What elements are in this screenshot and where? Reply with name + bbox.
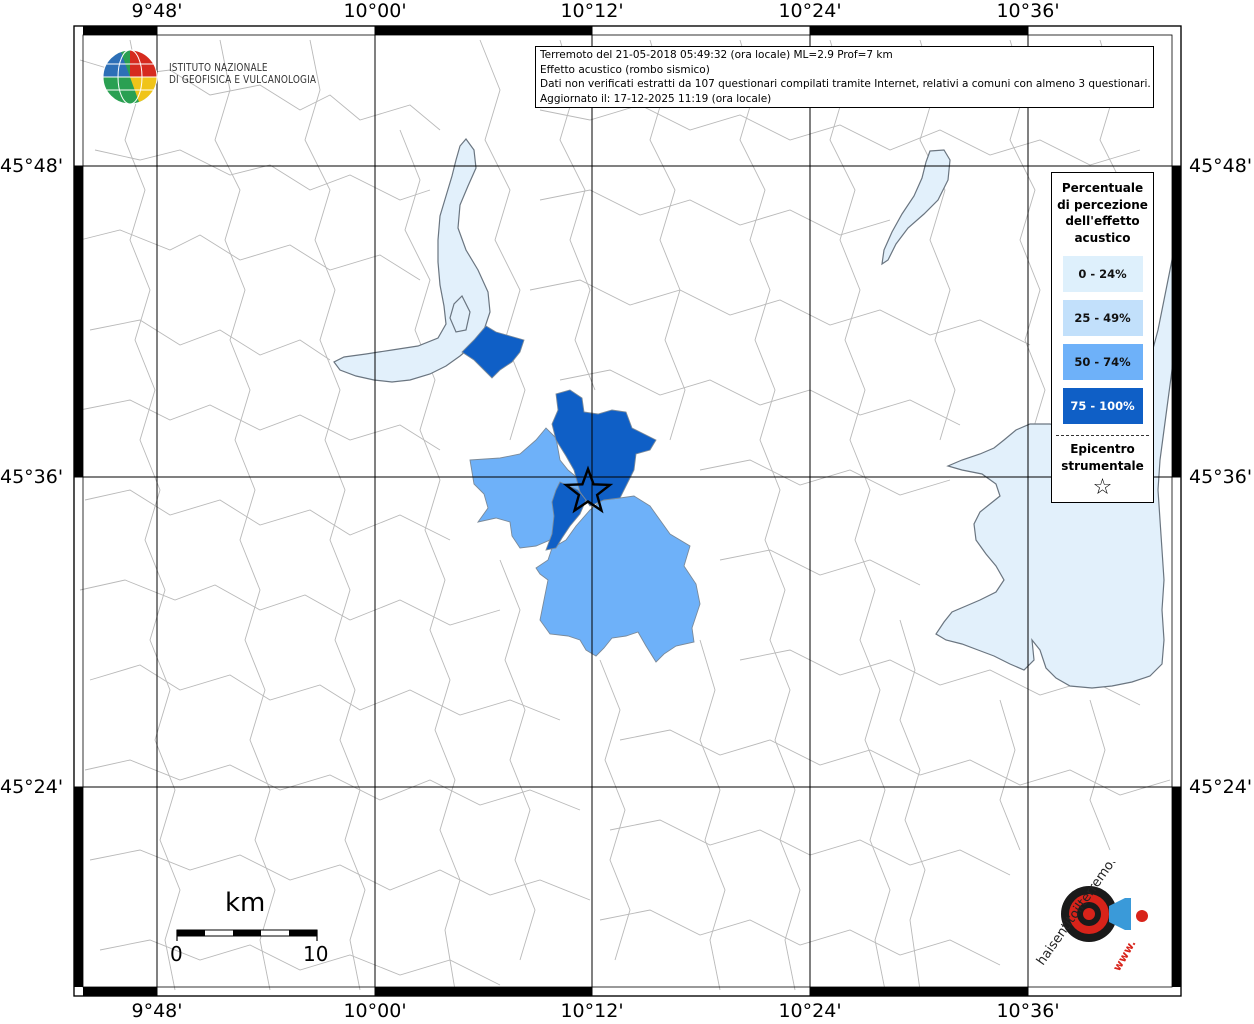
map-legend: Percentuale di percezione dell'effetto a… [1051, 172, 1154, 503]
lat-label-left-2: 45°36' [0, 466, 64, 488]
legend-star-icon: ☆ [1092, 475, 1113, 500]
event-info-box: Terremoto del 21-05-2018 05:49:32 (ora l… [535, 46, 1154, 108]
lon-label-top-1: 9°48' [131, 0, 183, 22]
legend-class-75-100: 75 - 100% [1062, 388, 1143, 424]
legend-epicenter-line-1: Epicentro [1070, 442, 1135, 456]
haisentito-www: www. [1110, 938, 1138, 974]
legend-class-0-24: 0 - 24% [1062, 256, 1143, 292]
ingv-logo: ISTITUTO NAZIONALE DI GEOFISICA E VULCAN… [101, 48, 316, 108]
event-info-line-4: Aggiornato il: 17-12-2025 11:19 (ora loc… [540, 92, 772, 105]
haisentito-target-icon: haisentitoilterremoto.it www. [1034, 837, 1148, 974]
legend-class-50-74: 50 - 74% [1062, 344, 1143, 380]
lon-label-bottom-1: 9°48' [131, 1000, 183, 1022]
lon-label-top-3: 10°12' [560, 0, 624, 22]
lat-label-right-3: 45°24' [1189, 776, 1253, 798]
legend-title-line-1: Percentuale [1061, 181, 1144, 195]
lon-label-bottom-5: 10°36' [996, 1000, 1060, 1022]
lon-label-bottom-4: 10°24' [778, 1000, 842, 1022]
haisentito-logo: haisentitoilterremoto.it www. [1025, 837, 1175, 982]
ingv-name-line-2: DI GEOFISICA E VULCANOLOGIA [169, 74, 317, 86]
lat-label-right-2: 45°36' [1189, 466, 1253, 488]
scale-start: 0 [170, 942, 183, 966]
legend-divider [1056, 435, 1149, 436]
lon-label-bottom-3: 10°12' [560, 1000, 624, 1022]
lon-label-bottom-2: 10°00' [343, 1000, 407, 1022]
legend-title: Percentuale di percezione dell'effetto a… [1052, 180, 1153, 246]
event-info-line-2: Effetto acustico (rombo sismico) [540, 63, 710, 76]
event-info-line-1: Terremoto del 21-05-2018 05:49:32 (ora l… [540, 49, 893, 61]
legend-title-line-3: dell'effetto [1065, 214, 1140, 228]
ingv-globe-icon [102, 49, 158, 105]
event-info-line-3: Dati non verificati estratti da 107 ques… [540, 78, 1151, 91]
ingv-name-line-1: ISTITUTO NAZIONALE [169, 62, 268, 74]
lat-label-left-1: 45°48' [0, 155, 64, 177]
lon-label-top-2: 10°00' [343, 0, 407, 22]
legend-epicenter-label: Epicentro strumentale [1052, 441, 1153, 474]
lon-label-top-4: 10°24' [778, 0, 842, 22]
lat-label-left-3: 45°24' [0, 776, 64, 798]
lat-label-right-1: 45°48' [1189, 155, 1253, 177]
legend-epicenter-line-2: strumentale [1061, 458, 1144, 473]
lon-label-top-5: 10°36' [996, 0, 1060, 22]
legend-title-line-2: di percezione [1057, 197, 1148, 212]
legend-title-line-4: acustico [1074, 230, 1131, 245]
legend-class-25-49: 25 - 49% [1062, 300, 1143, 336]
scale-end: 10 [303, 942, 329, 966]
scale-unit: km [225, 888, 266, 918]
